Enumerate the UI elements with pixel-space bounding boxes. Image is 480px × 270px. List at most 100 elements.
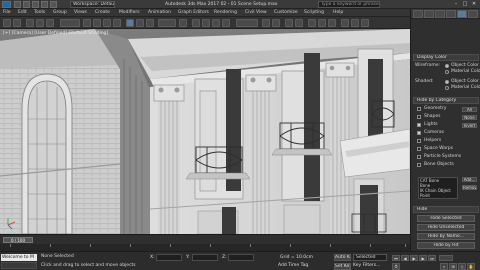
rectangular-selection-icon[interactable] <box>103 19 111 27</box>
move-icon[interactable] <box>126 19 134 27</box>
snap-toggle-icon[interactable] <box>192 19 200 27</box>
helpers-checkbox[interactable] <box>417 139 421 143</box>
app-logo-icon[interactable] <box>2 1 11 8</box>
wireframe-object-color-radio[interactable] <box>445 64 449 68</box>
render-setup-icon[interactable] <box>341 19 349 27</box>
render-production-icon[interactable] <box>361 19 369 27</box>
previous-frame-icon[interactable]: ◀ <box>401 255 409 261</box>
hide-by-hit-button[interactable]: Hide by Hit <box>417 242 475 249</box>
undo-tool-icon[interactable] <box>3 19 11 27</box>
track-bar[interactable] <box>0 244 410 251</box>
redo-icon[interactable] <box>50 1 57 8</box>
scene-explorer-icon[interactable] <box>285 19 293 27</box>
open-file-icon[interactable] <box>23 1 30 8</box>
align-icon[interactable] <box>272 19 280 27</box>
maxscript-output[interactable] <box>1 262 37 269</box>
z-coordinate-field[interactable] <box>228 254 254 261</box>
hierarchy-tab-icon[interactable] <box>435 10 445 18</box>
next-frame-icon[interactable]: ▶ <box>419 255 427 261</box>
pan-icon[interactable]: ✋ <box>467 263 475 270</box>
hide-by-name-button[interactable]: Hide by Name... <box>417 233 475 240</box>
add-button[interactable]: Add... <box>462 177 477 182</box>
space-warps-checkbox[interactable] <box>417 147 421 151</box>
menu-help[interactable]: Help <box>333 9 343 17</box>
utilities-tab-icon[interactable] <box>468 10 478 18</box>
menu-tools[interactable]: Tools <box>34 9 45 17</box>
display-tab-icon[interactable] <box>457 10 467 18</box>
go-to-start-icon[interactable]: ⏮ <box>392 255 400 261</box>
time-slider[interactable]: 0 / 100 <box>3 237 33 243</box>
menu-graph-editors[interactable]: Graph Editors <box>178 9 209 17</box>
add-time-tag[interactable]: Add Time Tag <box>278 263 308 269</box>
zoom-all-icon[interactable]: ⊞ <box>449 263 457 270</box>
x-coordinate-field[interactable] <box>156 254 182 261</box>
curve-editor-icon[interactable] <box>308 19 316 27</box>
menu-views[interactable]: Views <box>74 9 87 17</box>
particle-systems-checkbox[interactable] <box>417 155 421 159</box>
play-icon[interactable]: ▶ <box>410 255 418 261</box>
menu-civil-view[interactable]: Civil View <box>245 9 267 17</box>
modify-tab-icon[interactable] <box>424 10 434 18</box>
current-frame-field[interactable] <box>439 255 453 261</box>
mirror-icon[interactable] <box>262 19 270 27</box>
menu-modifiers[interactable]: Modifiers <box>119 9 140 17</box>
select-by-name-icon[interactable] <box>93 19 101 27</box>
rotate-icon[interactable] <box>136 19 144 27</box>
redo-tool-icon[interactable] <box>13 19 21 27</box>
key-set-dropdown[interactable]: Selected <box>353 254 387 261</box>
motion-tab-icon[interactable] <box>446 10 456 18</box>
layer-explorer-icon[interactable] <box>295 19 303 27</box>
new-file-icon[interactable] <box>14 1 21 8</box>
hide-rollout[interactable]: Hide <box>413 206 479 213</box>
named-selection-dropdown[interactable] <box>236 19 258 27</box>
list-item[interactable]: Point <box>419 193 457 198</box>
menu-edit[interactable]: Edit <box>18 9 27 17</box>
menu-group[interactable]: Group <box>53 9 67 17</box>
geometry-checkbox[interactable] <box>417 107 421 111</box>
window-crossing-icon[interactable] <box>113 19 121 27</box>
category-all-button[interactable]: All <box>462 107 477 112</box>
reference-coordinate-dropdown[interactable] <box>158 19 176 27</box>
time-config-icon[interactable]: ⏱ <box>392 263 400 270</box>
viewport-label[interactable]: [+] [Camera] [User Defined] [Default Sha… <box>3 31 108 36</box>
remove-button[interactable]: Remove <box>462 185 477 190</box>
pivot-center-icon[interactable] <box>179 19 187 27</box>
hide-selected-button[interactable]: Hide Selected <box>417 215 475 222</box>
key-filters-button[interactable]: Key Filters... <box>353 263 380 269</box>
field-of-view-icon[interactable]: ◇ <box>458 263 466 270</box>
create-tab-icon[interactable] <box>413 10 423 18</box>
cameras-checkbox[interactable] <box>417 131 421 135</box>
category-invert-button[interactable]: Invert <box>462 123 477 128</box>
scale-icon[interactable] <box>146 19 154 27</box>
material-editor-icon[interactable] <box>328 19 336 27</box>
y-coordinate-field[interactable] <box>192 254 218 261</box>
save-file-icon[interactable] <box>32 1 39 8</box>
viewport-camera[interactable]: [+] [Camera] [User Defined] [Default Sha… <box>0 29 410 234</box>
set-key-button[interactable]: Set Key <box>334 263 351 270</box>
hide-unselected-button[interactable]: Hide Unselected <box>417 224 475 231</box>
time-slider-track[interactable]: 0 / 100 <box>0 234 410 244</box>
wireframe-material-color-radio[interactable] <box>445 70 449 74</box>
selection-filter-dropdown[interactable] <box>60 19 80 27</box>
percent-snap-icon[interactable] <box>212 19 220 27</box>
maximize-icon[interactable]: □ <box>461 1 469 8</box>
go-to-end-icon[interactable]: ⏭ <box>428 255 436 261</box>
maxscript-listener[interactable]: Welcome to M <box>1 254 37 261</box>
menu-animation[interactable]: Animation <box>148 9 171 17</box>
category-listbox[interactable]: CAT Bone Bone IK Chain Object Point <box>418 177 458 199</box>
menu-create[interactable]: Create <box>95 9 110 17</box>
bone-objects-checkbox[interactable] <box>417 163 421 167</box>
shaded-material-color-radio[interactable] <box>445 86 449 90</box>
workspace-dropdown[interactable]: Workspace: Default <box>70 1 115 8</box>
link-icon[interactable] <box>26 19 34 27</box>
help-search-input[interactable]: Type a keyword or phrase <box>318 1 380 8</box>
menu-customize[interactable]: Customize <box>274 9 298 17</box>
menu-scripting[interactable]: Scripting <box>304 9 324 17</box>
shaded-object-color-radio[interactable] <box>445 80 449 84</box>
undo-icon[interactable] <box>41 1 48 8</box>
rendered-frame-window-icon[interactable] <box>351 19 359 27</box>
display-color-rollout[interactable]: Display Color <box>413 54 479 61</box>
close-icon[interactable]: ✕ <box>470 1 478 8</box>
bind-space-warp-icon[interactable] <box>46 19 54 27</box>
auto-key-button[interactable]: Auto Key <box>334 254 351 261</box>
